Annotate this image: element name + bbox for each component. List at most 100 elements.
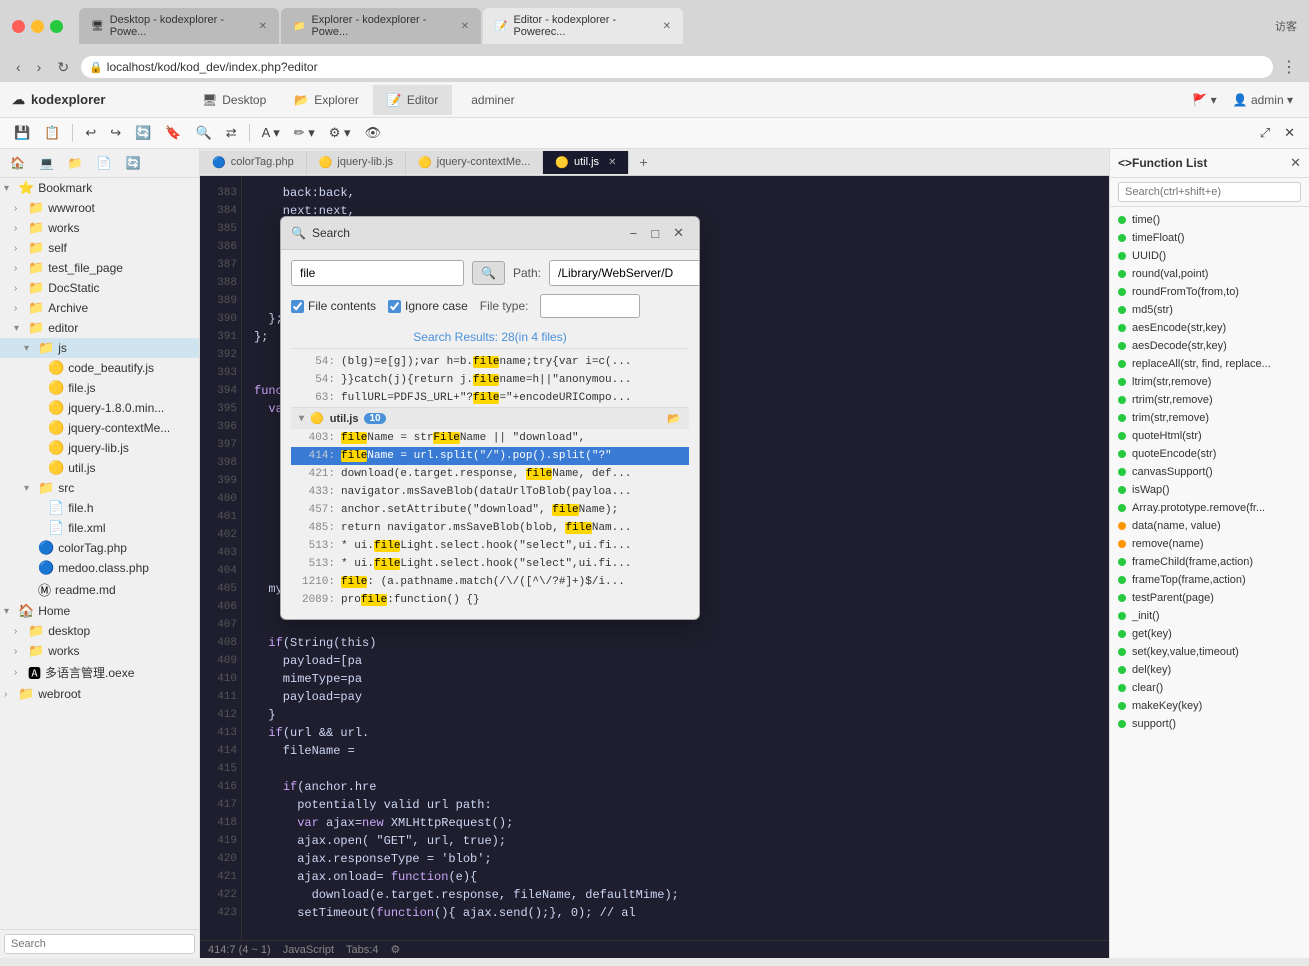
- function-item-support__[interactable]: support(): [1110, 715, 1309, 733]
- browser-tab-tab2[interactable]: 📁Explorer - kodexplorer - Powe...✕: [281, 8, 481, 44]
- function-item-Array_prototype_remove_fr___[interactable]: Array.prototype.remove(fr...: [1110, 499, 1309, 517]
- function-search-input[interactable]: [1118, 182, 1301, 202]
- tree-item-bookmark[interactable]: ▾⭐Bookmark: [0, 178, 199, 198]
- dialog-maximize[interactable]: □: [646, 223, 664, 243]
- search-result-item[interactable]: 1210:file: (a.pathname.match(/\/([^\/?#]…: [291, 573, 689, 591]
- file-contents-checkbox[interactable]: [291, 300, 304, 313]
- search-button[interactable]: 🔍: [190, 122, 218, 144]
- editor-tab-colorTag[interactable]: 🔵colorTag.php: [200, 151, 307, 174]
- bookmark-button[interactable]: 🔖: [159, 122, 187, 144]
- function-item-isWap__[interactable]: isWap(): [1110, 481, 1309, 499]
- tree-item-self[interactable]: ›📁self: [0, 238, 199, 258]
- function-panel-close[interactable]: ✕: [1290, 155, 1301, 171]
- filetype-input[interactable]: [540, 294, 640, 318]
- forward-button[interactable]: ›: [33, 57, 46, 77]
- function-item-ltrim_str_remove_[interactable]: ltrim(str,remove): [1110, 373, 1309, 391]
- tab-close-tab1[interactable]: ✕: [259, 21, 267, 32]
- tree-item-colorTag[interactable]: 🔵colorTag.php: [0, 538, 199, 558]
- function-item-aesDecode_str_key_[interactable]: aesDecode(str,key): [1110, 337, 1309, 355]
- function-item-round_val_point_[interactable]: round(val,point): [1110, 265, 1309, 283]
- function-item-quoteEncode_str_[interactable]: quoteEncode(str): [1110, 445, 1309, 463]
- minimize-button[interactable]: [31, 20, 44, 33]
- function-item-md5_str_[interactable]: md5(str): [1110, 301, 1309, 319]
- undo-button[interactable]: ↩: [79, 122, 102, 144]
- search-result-item[interactable]: 63:fullURL=PDFJS_URL+"?file="+encodeURIC…: [291, 389, 689, 407]
- url-bar[interactable]: 🔒 localhost/kod/kod_dev/index.php?editor: [81, 56, 1273, 78]
- tree-item-webroot[interactable]: ›📁webroot: [0, 684, 199, 704]
- reload-button[interactable]: ↻: [53, 57, 73, 78]
- browser-tab-tab3[interactable]: 📝Editor - kodexplorer - Powerec...✕: [483, 8, 683, 44]
- function-item-get_key_[interactable]: get(key): [1110, 625, 1309, 643]
- function-item-remove_name_[interactable]: remove(name): [1110, 535, 1309, 553]
- search-result-item[interactable]: 485:return navigator.msSaveBlob(blob, fi…: [291, 519, 689, 537]
- tree-item-test_file_page[interactable]: ›📁test_file_page: [0, 258, 199, 278]
- function-item-roundFromTo_from_to_[interactable]: roundFromTo(from,to): [1110, 283, 1309, 301]
- sidebar-search-input[interactable]: [4, 934, 195, 954]
- swap-button[interactable]: ⇄: [220, 122, 243, 144]
- sidebar-computer-btn[interactable]: 💻: [33, 153, 60, 173]
- search-result-item[interactable]: 403:fileName = strFileName || "download"…: [291, 429, 689, 447]
- function-item-data_name__value_[interactable]: data(name, value): [1110, 517, 1309, 535]
- tree-item-js[interactable]: ▾📁js: [0, 338, 199, 358]
- function-item-rtrim_str_remove_[interactable]: rtrim(str,remove): [1110, 391, 1309, 409]
- back-button[interactable]: ‹: [12, 57, 25, 77]
- function-item-timeFloat__[interactable]: timeFloat(): [1110, 229, 1309, 247]
- nav-item-desktop[interactable]: 🖥Desktop: [188, 85, 280, 115]
- close-editor-button[interactable]: ✕: [1278, 122, 1301, 144]
- search-result-item[interactable]: 2089:profile:function() {}: [291, 591, 689, 609]
- tree-item-editor[interactable]: ▾📁editor: [0, 318, 199, 338]
- add-tab-button[interactable]: +: [629, 149, 657, 175]
- settings-icon[interactable]: ⚙: [390, 943, 400, 956]
- function-item-time__[interactable]: time(): [1110, 211, 1309, 229]
- view-button[interactable]: 👁: [359, 122, 388, 144]
- function-item-aesEncode_str_key_[interactable]: aesEncode(str,key): [1110, 319, 1309, 337]
- tree-item-jquery180[interactable]: 🟡jquery-1.8.0.min...: [0, 398, 199, 418]
- maximize-button[interactable]: [50, 20, 63, 33]
- edit-button[interactable]: ✏ ▾: [288, 122, 321, 144]
- function-item-_init__[interactable]: _init(): [1110, 607, 1309, 625]
- function-item-makeKey_key_[interactable]: makeKey(key): [1110, 697, 1309, 715]
- search-path-input[interactable]: [549, 260, 700, 286]
- search-result-item[interactable]: 513:* ui.fileLight.select.hook("select",…: [291, 555, 689, 573]
- function-item-quoteHtml_str_[interactable]: quoteHtml(str): [1110, 427, 1309, 445]
- tree-item-jquery_lib[interactable]: 🟡jquery-lib.js: [0, 438, 199, 458]
- expand-button[interactable]: ⤢: [1254, 122, 1276, 144]
- refresh-button[interactable]: 🔄: [129, 122, 157, 144]
- search-result-item[interactable]: 433:navigator.msSaveBlob(dataUrlToBlob(p…: [291, 483, 689, 501]
- dialog-minimize[interactable]: −: [625, 223, 643, 243]
- save-button[interactable]: 💾: [8, 122, 36, 144]
- copy-button[interactable]: 📋: [38, 122, 66, 144]
- search-execute-button[interactable]: 🔍: [472, 261, 505, 285]
- tree-item-works_h[interactable]: ›📁works: [0, 641, 199, 661]
- function-item-set_key_value_timeout_[interactable]: set(key,value,timeout): [1110, 643, 1309, 661]
- nav-item-explorer[interactable]: 📂Explorer: [280, 85, 373, 115]
- tree-item-Archive[interactable]: ›📁Archive: [0, 298, 199, 318]
- dialog-close[interactable]: ✕: [668, 223, 689, 243]
- tree-item-readme[interactable]: Ⓜreadme.md: [0, 578, 199, 601]
- tree-item-src[interactable]: ▾📁src: [0, 478, 199, 498]
- tree-item-code_beautify[interactable]: 🟡code_beautify.js: [0, 358, 199, 378]
- function-item-trim_str_remove_[interactable]: trim(str,remove): [1110, 409, 1309, 427]
- tree-item-file_js[interactable]: 🟡file.js: [0, 378, 199, 398]
- tree-item-jquery_context[interactable]: 🟡jquery-contextMe...: [0, 418, 199, 438]
- function-item-replaceAll_str__find__replace___[interactable]: replaceAll(str, find, replace...: [1110, 355, 1309, 373]
- tree-item-wwwroot[interactable]: ›📁wwwroot: [0, 198, 199, 218]
- redo-button[interactable]: ↪: [104, 122, 127, 144]
- tree-item-works[interactable]: ›📁works: [0, 218, 199, 238]
- function-item-frameTop_frame_action_[interactable]: frameTop(frame,action): [1110, 571, 1309, 589]
- tree-item-DocStatic[interactable]: ›📁DocStatic: [0, 278, 199, 298]
- ignore-case-checkbox[interactable]: [388, 300, 401, 313]
- ignore-case-option[interactable]: Ignore case: [388, 299, 468, 313]
- more-button[interactable]: ⋮: [1281, 57, 1297, 77]
- function-item-clear__[interactable]: clear(): [1110, 679, 1309, 697]
- function-item-UUID__[interactable]: UUID(): [1110, 247, 1309, 265]
- tree-item-file_h[interactable]: 📄file.h: [0, 498, 199, 518]
- search-result-item[interactable]: 457:anchor.setAttribute("download", file…: [291, 501, 689, 519]
- tree-item-file_xml[interactable]: 📄file.xml: [0, 518, 199, 538]
- tree-item-multilang[interactable]: ›🅰多语言管理.oexe: [0, 661, 199, 684]
- function-item-testParent_page_[interactable]: testParent(page): [1110, 589, 1309, 607]
- close-button[interactable]: [12, 20, 25, 33]
- search-result-item[interactable]: 54:}}catch(j){return j.filename=h||"anon…: [291, 371, 689, 389]
- function-item-del_key_[interactable]: del(key): [1110, 661, 1309, 679]
- sidebar-folder-btn[interactable]: 📁: [62, 153, 89, 173]
